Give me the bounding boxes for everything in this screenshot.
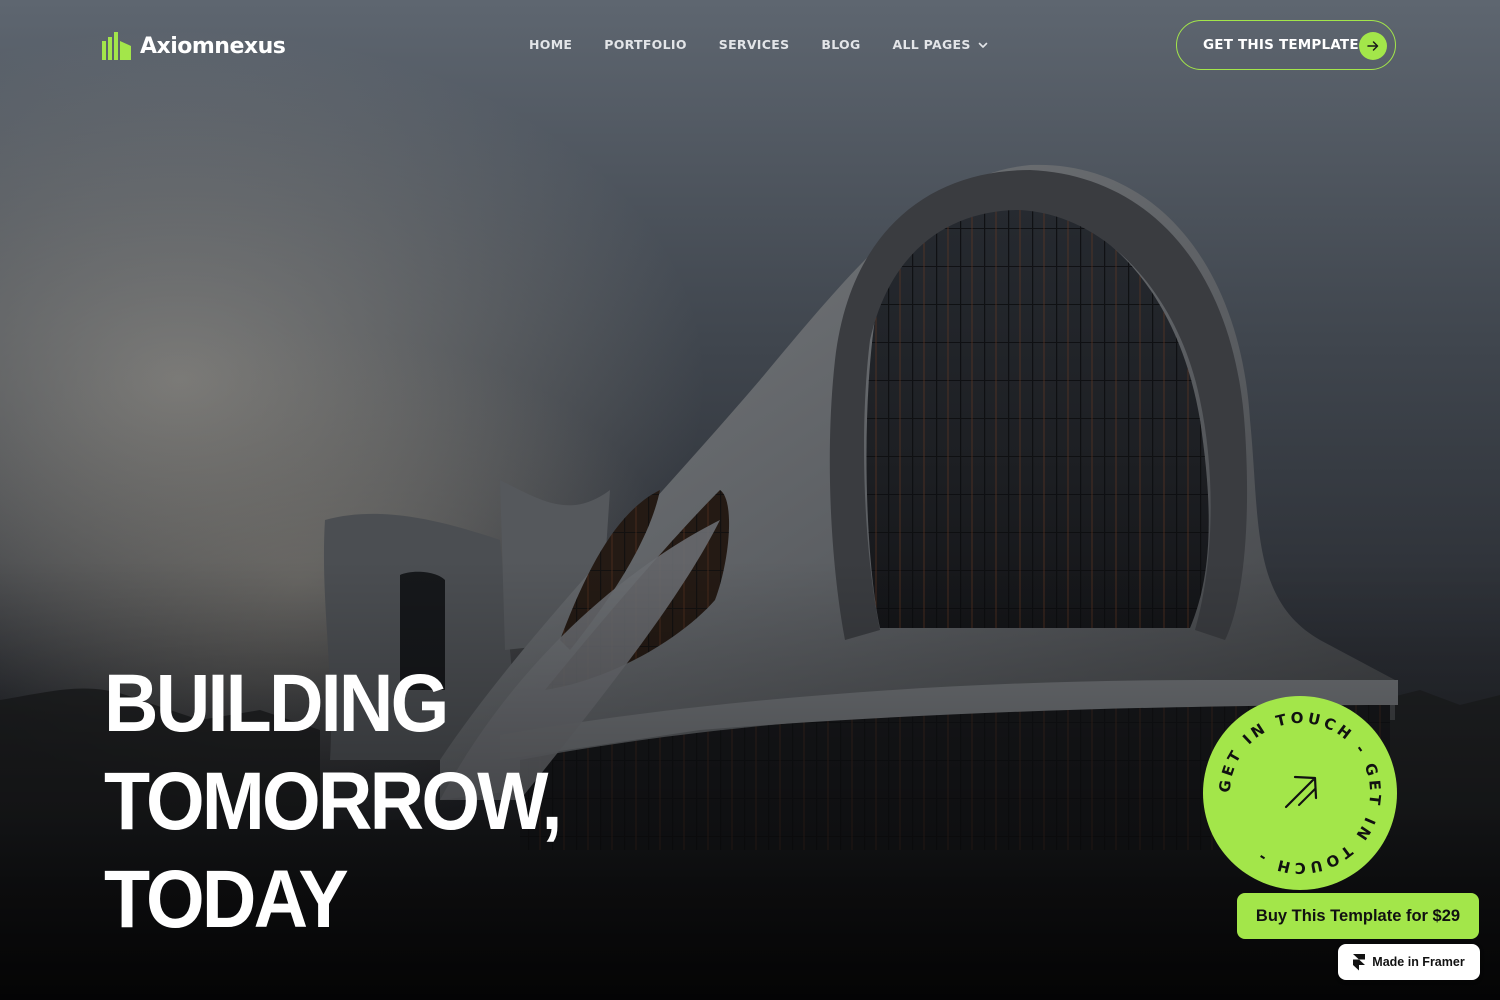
framer-logo-icon <box>1353 953 1366 970</box>
brand-name: Axiomnexus <box>140 33 286 59</box>
nav-item-blog[interactable]: BLOG <box>821 37 860 52</box>
building-bars-icon <box>102 32 131 60</box>
nav-item-all-pages[interactable]: ALL PAGES <box>893 37 988 52</box>
made-in-framer-badge[interactable]: Made in Framer <box>1338 944 1480 980</box>
get-in-touch-badge[interactable]: GET IN TOUCH - GET IN TOUCH - <box>1202 695 1398 891</box>
headline-line-2: TOMORROW, <box>104 756 562 847</box>
hero-headline: BUILDING TOMORROW, TODAY <box>104 655 562 949</box>
logo-link[interactable]: Axiomnexus <box>102 31 286 61</box>
nav-item-services[interactable]: SERVICES <box>719 37 790 52</box>
site-header: Axiomnexus HOME PORTFOLIO SERVICES BLOG … <box>0 0 1500 92</box>
nav-item-home[interactable]: HOME <box>529 37 572 52</box>
arrow-right-icon <box>1359 32 1387 60</box>
main-nav: HOME PORTFOLIO SERVICES BLOG ALL PAGES <box>529 37 988 52</box>
nav-item-portfolio[interactable]: PORTFOLIO <box>604 37 687 52</box>
headline-line-1: BUILDING <box>104 658 449 749</box>
landing-page: Axiomnexus HOME PORTFOLIO SERVICES BLOG … <box>0 0 1500 1000</box>
chevron-down-icon <box>978 42 987 48</box>
nav-item-all-pages-label: ALL PAGES <box>892 37 971 52</box>
get-template-label: GET THIS TEMPLATE <box>1203 37 1359 53</box>
buy-template-button[interactable]: Buy This Template for $29 <box>1237 893 1479 939</box>
get-template-button[interactable]: GET THIS TEMPLATE <box>1176 20 1396 70</box>
made-in-framer-label: Made in Framer <box>1372 955 1465 969</box>
headline-line-3: TODAY <box>104 854 349 945</box>
